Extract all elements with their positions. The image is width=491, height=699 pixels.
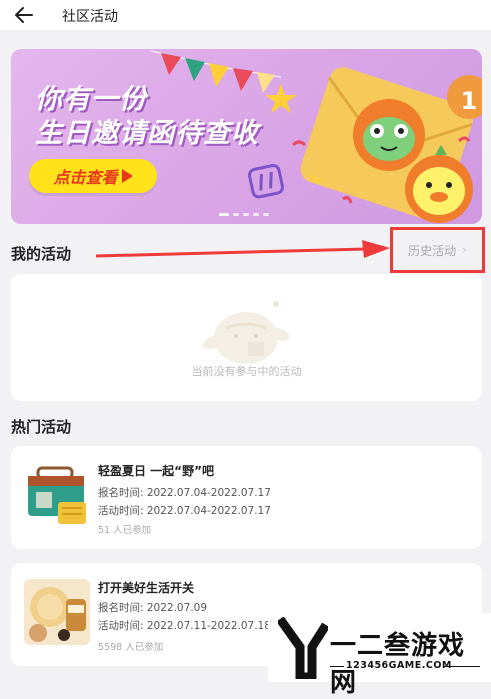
chevron-right-icon: › <box>462 243 467 257</box>
event-activity-time: 活动时间: 2022.07.04-2022.07.17 <box>98 505 271 517</box>
history-activities-label: 历史活动 <box>408 243 457 258</box>
empty-state-text: 当前没有参与中的活动 <box>191 365 302 378</box>
watermark-rule-left <box>330 666 344 667</box>
promo-banner[interactable]: 你有一份 生日邀请函待查收 1 点击查看 <box>11 49 482 224</box>
watermark-url: 123456GAME.COM <box>346 660 452 671</box>
carousel-dot[interactable] <box>233 213 239 216</box>
event-name: 打开美好生活开关 <box>98 581 195 595</box>
carousel-dot[interactable] <box>243 213 249 216</box>
back-arrow-icon[interactable] <box>14 6 34 24</box>
banner-headline-line2: 生日邀请函待查收 <box>35 118 259 149</box>
empty-state-mascot <box>202 301 290 364</box>
banner-badge-number: 1 <box>460 87 478 115</box>
event-thumbnail-food <box>24 579 90 645</box>
history-activities-link[interactable]: 历史活动 › <box>390 227 485 273</box>
view-invitation-button[interactable]: 点击查看 <box>29 159 157 193</box>
carousel-dot[interactable] <box>219 213 229 216</box>
my-activities-empty-card: 当前没有参与中的活动 <box>11 274 482 401</box>
event-signup-time: 报名时间: 2022.07.04-2022.07.17 <box>98 487 271 499</box>
watermark-rule-right <box>444 666 480 667</box>
carousel-dot[interactable] <box>253 213 259 216</box>
carousel-dot[interactable] <box>263 213 269 216</box>
event-activity-time: 活动时间: 2022.07.11-2022.07.18 <box>98 620 271 632</box>
event-participants: 51 人已参加 <box>98 525 152 536</box>
view-invitation-label: 点击查看 <box>53 168 118 187</box>
event-signup-time: 报名时间: 2022.07.09 <box>98 602 207 614</box>
annotation-arrow <box>96 240 390 258</box>
carousel-indicator[interactable] <box>219 213 269 216</box>
watermark-logo <box>278 617 328 679</box>
event-participants: 5598 人已参加 <box>98 642 164 653</box>
hot-activities-title: 热门活动 <box>11 418 72 436</box>
site-watermark: 一二叁游戏网 123456GAME.COM <box>268 613 491 698</box>
event-card[interactable]: 轻盈夏日 一起“野”吧 报名时间: 2022.07.04-2022.07.17 … <box>11 446 482 549</box>
event-thumbnail-bag <box>28 466 86 524</box>
top-bar: 社区活动 <box>0 0 491 30</box>
page-title: 社区活动 <box>62 9 118 25</box>
event-name: 轻盈夏日 一起“野”吧 <box>98 464 214 478</box>
play-arrow-icon <box>121 169 133 183</box>
my-activities-title: 我的活动 <box>11 245 72 263</box>
